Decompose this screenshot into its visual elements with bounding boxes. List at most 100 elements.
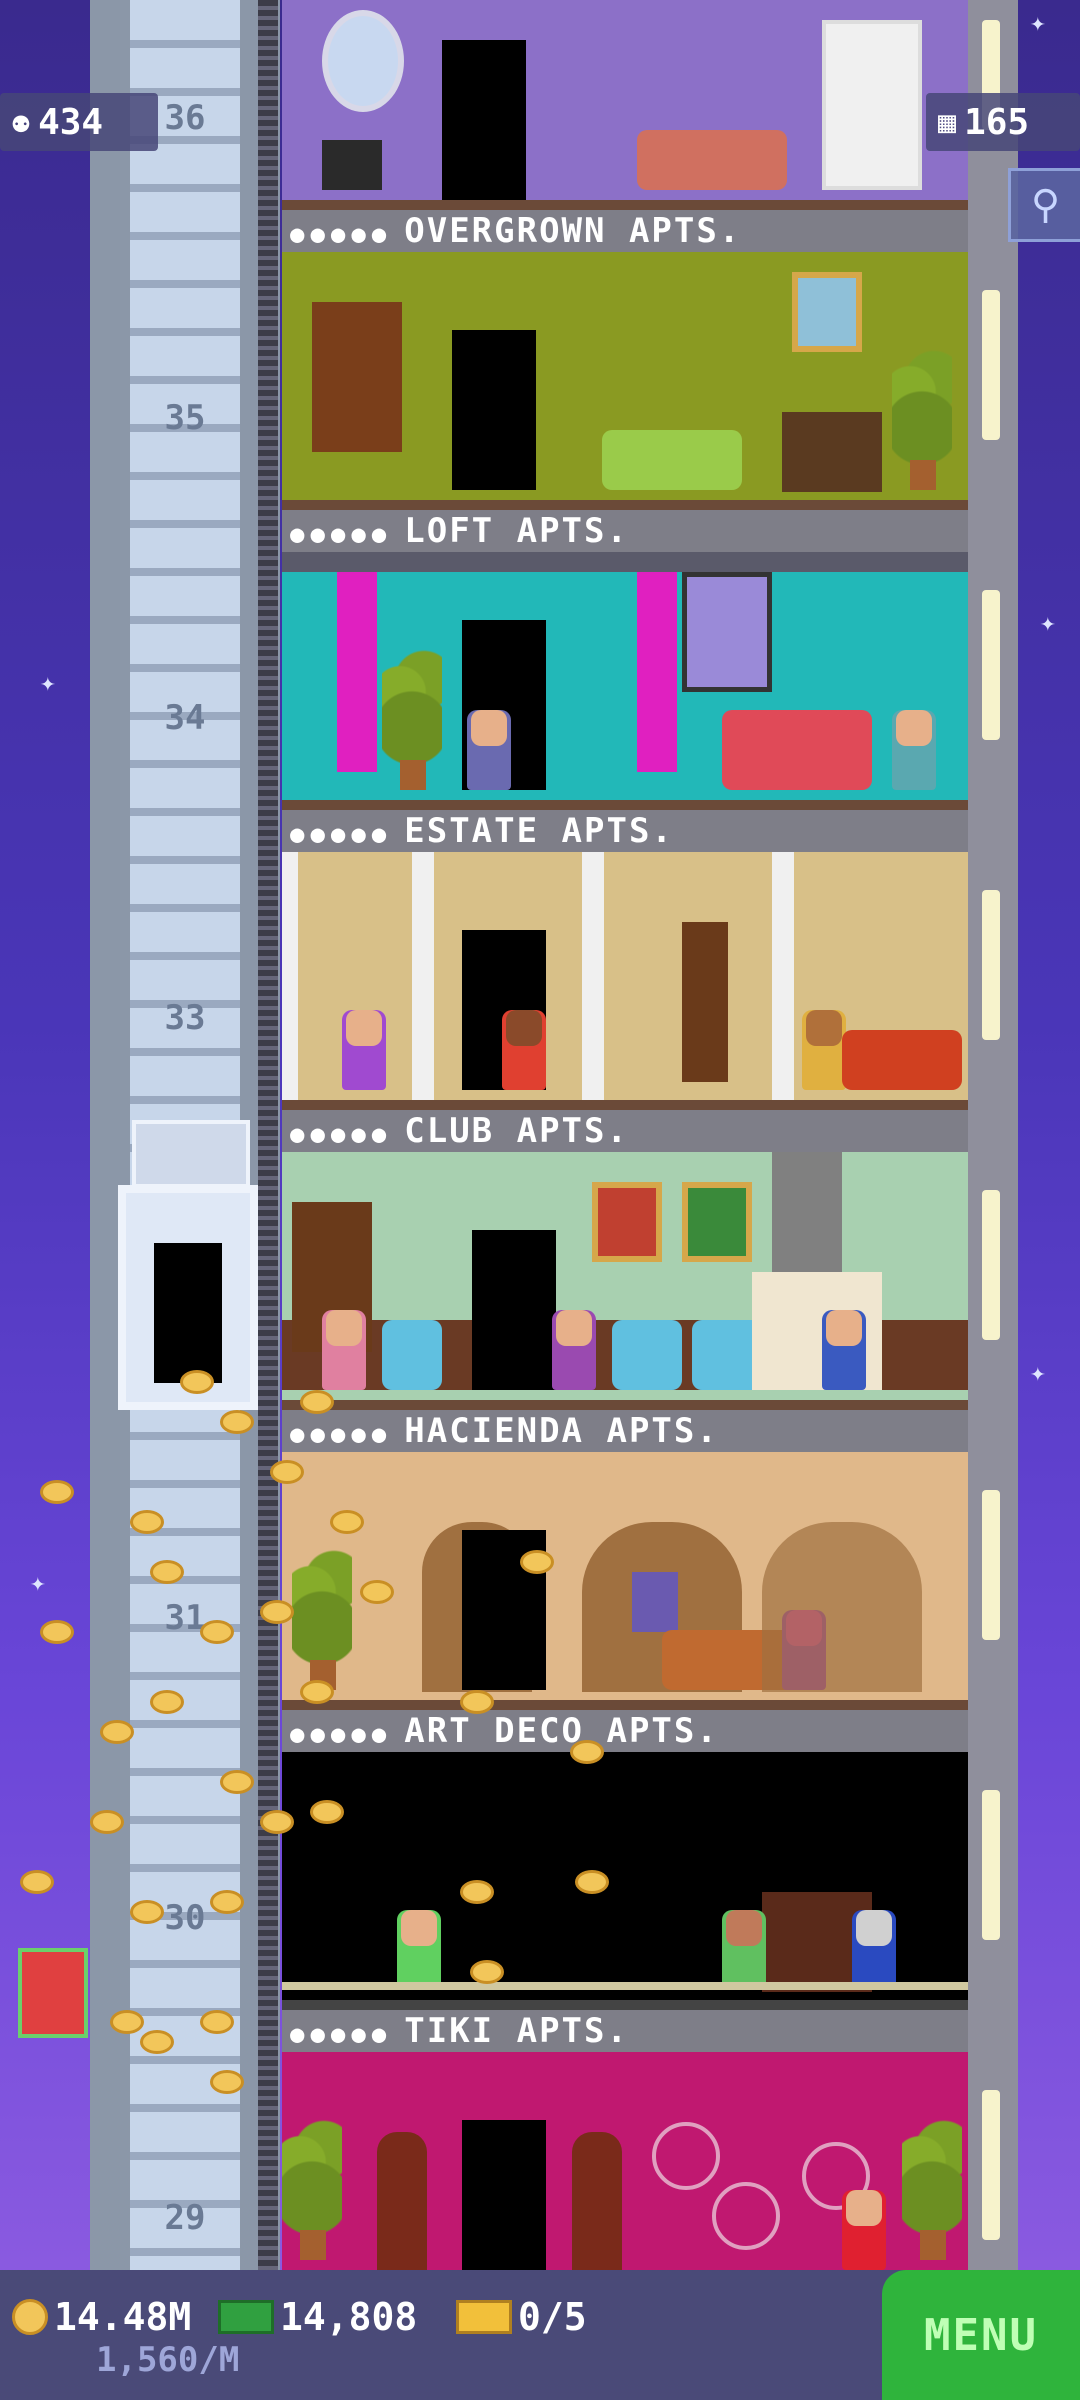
potted-plant — [382, 640, 442, 790]
floor-slab — [282, 200, 968, 210]
column — [282, 852, 298, 1100]
resident[interactable] — [467, 710, 511, 790]
floor-33-estate[interactable]: ●●●●● ESTATE APTS. — [282, 810, 968, 1110]
floor-label: ●●●●● ESTATE APTS. — [282, 810, 968, 852]
potted-plant — [282, 2110, 342, 2260]
apartment-door[interactable] — [462, 2120, 546, 2270]
floor-room — [282, 252, 968, 500]
window — [632, 1572, 678, 1632]
star-icon: ✦ — [1030, 1358, 1046, 1388]
potted-plant — [902, 2110, 962, 2260]
cash-icon — [218, 2300, 274, 2334]
elevator-door — [154, 1243, 222, 1383]
floor-31-hacienda[interactable]: ●●●●● HACIENDA APTS. — [282, 1410, 968, 1710]
wall-light — [982, 1490, 1000, 1640]
floor-35-overgrown[interactable]: ●●●●● OVERGROWN APTS. — [282, 210, 968, 510]
star-icon: ✦ — [30, 1568, 46, 1598]
resident[interactable] — [852, 1910, 896, 1990]
floor-name: ART DECO APTS. — [404, 1711, 719, 1751]
building-icon: ▦ — [938, 104, 957, 140]
floor-trim — [282, 1982, 968, 1990]
floor-30-art-deco[interactable]: ●●●●● ART DECO APTS. — [282, 1710, 968, 2010]
column — [772, 852, 794, 1100]
elevator-floor-number: 35 — [164, 398, 206, 438]
star-rating-icon: ●●●●● — [290, 220, 393, 248]
sofa — [722, 710, 872, 790]
floor-34-loft[interactable]: ●●●●● LOFT APTS. — [282, 510, 968, 810]
bookshelf — [312, 302, 402, 452]
floor-room — [282, 1452, 968, 1700]
star-icon: ✦ — [1030, 8, 1046, 38]
curtain — [637, 572, 677, 772]
floor-slab — [282, 1100, 968, 1110]
potted-plant — [892, 340, 952, 490]
resident[interactable] — [342, 1010, 386, 1090]
apartment-door[interactable] — [472, 1230, 556, 1390]
population-counter[interactable]: ⚉ 434 — [0, 93, 158, 151]
tickets-value: 0/5 — [518, 2295, 587, 2339]
phone-table — [322, 140, 382, 190]
bird-cage — [652, 2122, 720, 2190]
income-rate: 1,560/M — [96, 2340, 240, 2380]
star-rating-icon: ●●●●● — [290, 1720, 393, 1748]
star-rating-icon: ●●●●● — [290, 1420, 393, 1448]
floor-count-value: 165 — [964, 101, 1030, 143]
floor-29-tiki[interactable]: ●●●●● TIKI APTS. — [282, 2010, 968, 2270]
resident[interactable] — [397, 1910, 441, 1990]
floor-label: ●●●●● LOFT APTS. — [282, 510, 968, 552]
bux-counter[interactable]: 14,808 — [218, 2295, 417, 2339]
star-rating-icon: ●●●●● — [290, 820, 393, 848]
archway — [762, 1522, 922, 1692]
floor-counter[interactable]: ▦ 165 — [926, 93, 1080, 151]
resident[interactable] — [552, 1310, 596, 1390]
tiki-statue — [377, 2132, 427, 2270]
resident[interactable] — [322, 1310, 366, 1390]
bird-cage — [712, 2182, 780, 2250]
floor-name: OVERGROWN APTS. — [404, 211, 742, 251]
floor-slab — [282, 1400, 968, 1410]
floor-32-club[interactable]: ●●●●● CLUB APTS. — [282, 1110, 968, 1410]
resident[interactable] — [802, 1010, 846, 1090]
resident[interactable] — [502, 1010, 546, 1090]
search-button[interactable]: ⚲ — [1008, 168, 1080, 242]
apartment-door[interactable] — [452, 330, 536, 490]
resident[interactable] — [822, 1310, 866, 1390]
chimney — [772, 1152, 842, 1272]
ceiling-beam — [282, 552, 968, 572]
elevator-floor-number: 34 — [164, 698, 206, 738]
wall-light — [982, 290, 1000, 440]
elevator-floor-number: 29 — [164, 2198, 206, 2238]
floor-name: HACIENDA APTS. — [404, 1411, 719, 1451]
column — [582, 852, 604, 1100]
coin-icon — [12, 2299, 48, 2335]
elevator-floor-number: 33 — [164, 998, 206, 1038]
resident[interactable] — [722, 1910, 766, 1990]
floor-slab — [282, 500, 968, 510]
wall-light — [982, 1190, 1000, 1340]
floor-room — [282, 1752, 968, 2000]
resident[interactable] — [892, 710, 936, 790]
menu-button[interactable]: MENU — [882, 2270, 1080, 2400]
floor-name: LOFT APTS. — [404, 511, 629, 551]
floor-room — [282, 2052, 968, 2270]
portrait — [682, 1182, 752, 1262]
resident[interactable] — [842, 2190, 886, 2270]
sofa — [842, 1030, 962, 1090]
delivery-notification[interactable] — [18, 1948, 88, 2038]
tiki-statue — [572, 2132, 622, 2270]
floor-label: ●●●●● ART DECO APTS. — [282, 1710, 968, 1752]
floor-label: ●●●●● TIKI APTS. — [282, 2010, 968, 2052]
coins-counter[interactable]: 14.48M — [12, 2295, 191, 2339]
bookshelf — [682, 922, 728, 1082]
painting — [792, 272, 862, 352]
wall-light — [982, 590, 1000, 740]
floor-36[interactable] — [282, 0, 968, 210]
window — [682, 572, 772, 692]
star-icon: ✦ — [1040, 608, 1056, 638]
armchair — [612, 1320, 682, 1390]
curtain — [337, 572, 377, 772]
floor-room — [282, 0, 968, 200]
star-icon: ✦ — [40, 668, 56, 698]
apartment-door[interactable] — [442, 40, 526, 200]
tickets-counter[interactable]: 0/5 — [456, 2295, 587, 2339]
